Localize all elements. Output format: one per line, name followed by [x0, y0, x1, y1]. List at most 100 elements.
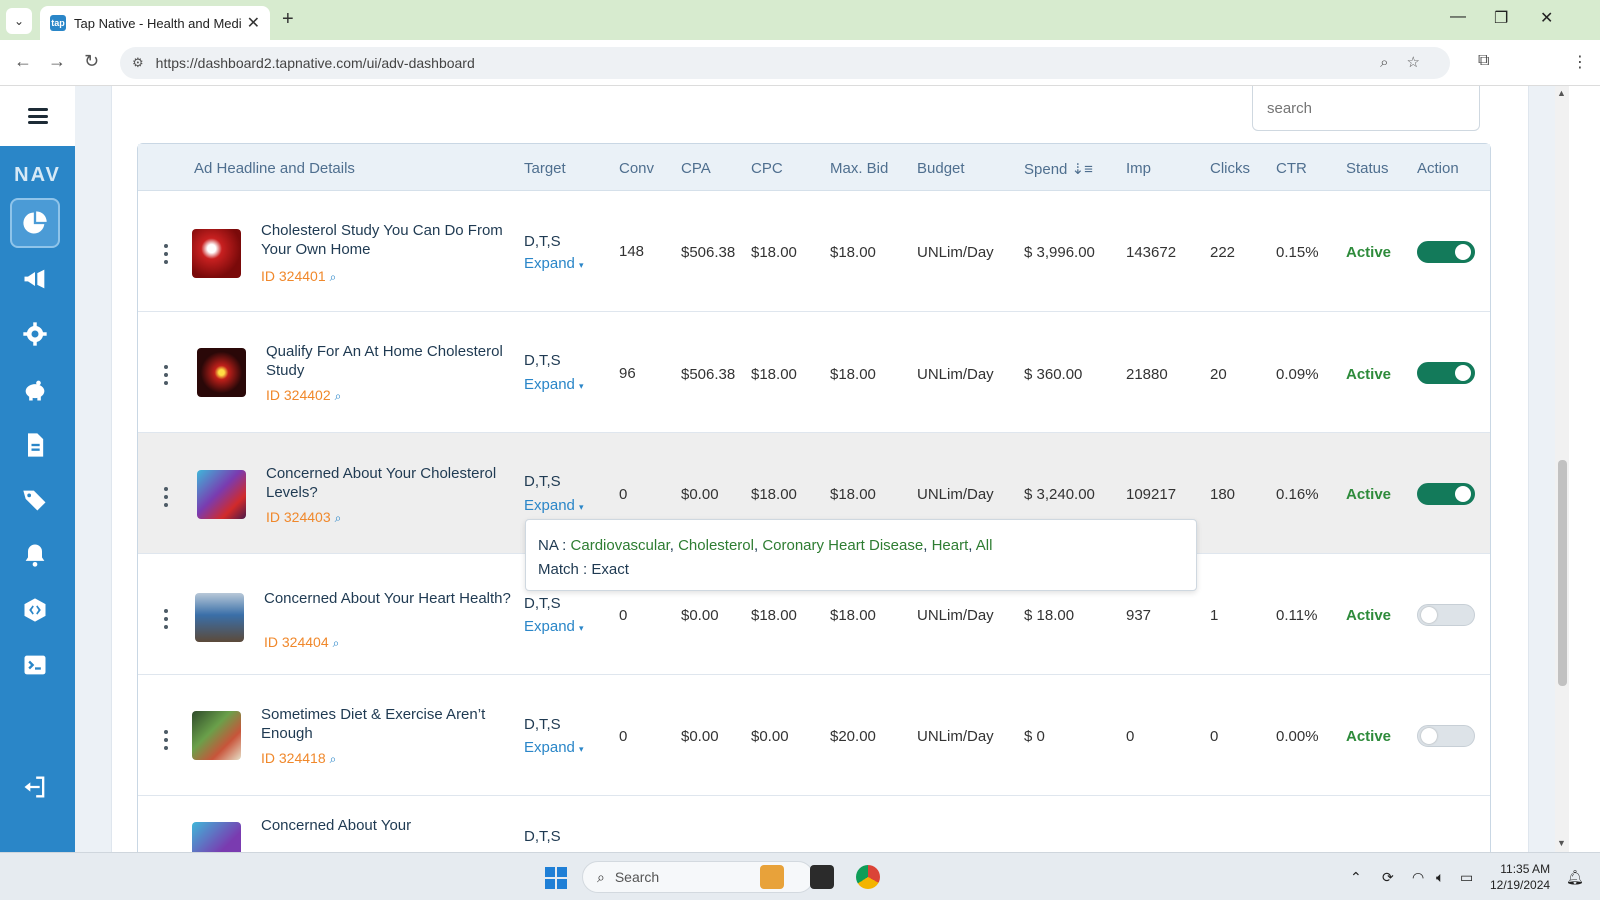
chrome-icon[interactable] — [856, 865, 880, 889]
system-clock[interactable]: 11:35 AM 12/19/2024 — [1490, 861, 1550, 893]
header-spend[interactable]: Spend ⇣≡ — [1024, 160, 1093, 178]
active-toggle[interactable] — [1417, 241, 1475, 263]
new-tab-plus-icon[interactable]: + — [282, 8, 294, 31]
sync-icon[interactable]: ⟳ — [1382, 869, 1394, 886]
row-options-kebab-icon[interactable] — [164, 609, 168, 629]
row-options-kebab-icon[interactable] — [164, 487, 168, 507]
document-icon[interactable] — [10, 420, 60, 470]
bell-settings-icon[interactable] — [10, 530, 60, 580]
caret-down-icon: ▾ — [579, 381, 584, 391]
reload-icon[interactable]: ↻ — [84, 51, 99, 72]
header-budget[interactable]: Budget — [917, 160, 965, 177]
scroll-up-arrow-icon[interactable]: ▲ — [1557, 88, 1566, 98]
site-settings-icon[interactable]: ⚙ — [132, 55, 144, 71]
header-clicks[interactable]: Clicks — [1210, 160, 1250, 177]
ctr-value: 0.11% — [1276, 607, 1318, 624]
logout-icon[interactable] — [10, 762, 60, 812]
ad-id[interactable]: ID 324418 ⌕ — [261, 750, 336, 767]
browser-tab[interactable]: tap Tap Native - Health and Medica ✕ — [40, 6, 270, 40]
ad-headline[interactable]: Concerned About Your Cholesterol Levels? — [266, 464, 516, 502]
ad-id[interactable]: ID 324404 ⌕ — [264, 634, 339, 651]
magnifier-icon[interactable]: ⌕ — [330, 752, 337, 766]
windows-start-icon[interactable] — [545, 867, 567, 889]
expand-dropdown[interactable]: Expand ▾ — [524, 376, 584, 393]
terminal-icon[interactable] — [10, 640, 60, 690]
magnifier-icon[interactable]: ⌕ — [335, 389, 342, 403]
browser-menu-icon[interactable]: ⋮ — [1572, 52, 1588, 72]
row-options-kebab-icon[interactable] — [164, 365, 168, 385]
tab-list-chevron-icon[interactable]: ⌄ — [6, 8, 32, 34]
active-toggle[interactable] — [1417, 604, 1475, 626]
header-imp[interactable]: Imp — [1126, 160, 1151, 177]
magnifier-icon[interactable]: ⌕ — [335, 511, 342, 525]
table-row: Sometimes Diet & Exercise Aren’t Enough … — [138, 675, 1490, 796]
magnifier-icon[interactable]: ⌕ — [333, 636, 340, 650]
active-toggle[interactable] — [1417, 362, 1475, 384]
ad-id[interactable]: ID 324403 ⌕ — [266, 509, 341, 526]
ad-headline[interactable]: Cholesterol Study You Can Do From Your O… — [261, 221, 511, 259]
header-headline[interactable]: Ad Headline and Details — [194, 160, 355, 177]
header-status[interactable]: Status — [1346, 160, 1389, 177]
keyword: Cholesterol — [678, 537, 754, 554]
notification-bell-icon[interactable]: 🔔︎ — [1566, 869, 1584, 886]
forward-arrow-icon[interactable]: → — [48, 51, 66, 72]
wifi-icon[interactable]: ◠ — [1412, 869, 1424, 886]
expand-dropdown[interactable]: Expand ▾ — [524, 618, 584, 635]
nav-label: NAV — [14, 164, 61, 186]
header-target[interactable]: Target — [524, 160, 566, 177]
extensions-puzzle-icon[interactable]: ⧉ — [1478, 52, 1489, 70]
ad-id[interactable]: ID 324401 ⌕ — [261, 268, 336, 285]
gear-icon[interactable] — [10, 309, 60, 359]
ad-headline[interactable]: Qualify For An At Home Cholesterol Study — [266, 342, 516, 380]
header-maxbid[interactable]: Max. Bid — [830, 160, 888, 177]
volume-icon[interactable]: 🔈︎ — [1436, 869, 1444, 886]
address-bar[interactable]: ⚙ https://dashboard2.tapnative.com/ui/ad… — [120, 47, 1450, 79]
dashboard-icon[interactable] — [10, 198, 60, 248]
header-conv[interactable]: Conv — [619, 160, 654, 177]
header-action[interactable]: Action — [1417, 160, 1459, 177]
active-toggle[interactable] — [1417, 725, 1475, 747]
briefcase-app-icon[interactable] — [760, 865, 784, 889]
close-icon[interactable]: ✕ — [247, 13, 260, 33]
header-ctr[interactable]: CTR — [1276, 160, 1307, 177]
expand-dropdown[interactable]: Expand ▾ — [524, 255, 584, 272]
piggy-bank-icon[interactable] — [10, 365, 60, 415]
expand-dropdown[interactable]: Expand ▾ — [524, 497, 584, 514]
magnifier-icon[interactable]: ⌕ — [330, 270, 337, 284]
ad-id[interactable]: ID 324402 ⌕ — [266, 387, 341, 404]
scroll-down-arrow-icon[interactable]: ▼ — [1557, 838, 1566, 848]
budget-value: UNLim/Day — [917, 728, 994, 745]
zoom-bookmark-icons[interactable]: ⌕☆ — [1380, 53, 1438, 71]
megaphone-icon[interactable] — [10, 254, 60, 304]
tags-icon[interactable] — [10, 475, 60, 525]
back-arrow-icon[interactable]: ← — [14, 51, 32, 72]
tray-chevron-up-icon[interactable]: ⌃ — [1350, 869, 1362, 886]
page-scrollbar[interactable]: ▲ ▼ — [1555, 86, 1569, 852]
sort-desc-icon[interactable]: ⇣≡ — [1072, 161, 1093, 178]
header-cpc[interactable]: CPC — [751, 160, 783, 177]
ad-headline[interactable]: Concerned About Your Heart Health? — [264, 589, 514, 608]
tab-title: Tap Native - Health and Medica — [74, 15, 241, 31]
window-close-icon[interactable]: ✕ — [1540, 8, 1553, 28]
keyword: Cardiovascular — [570, 537, 670, 554]
ad-headline[interactable]: Concerned About Your — [261, 816, 511, 835]
ad-thumbnail — [192, 711, 241, 760]
maximize-icon[interactable]: ❐ — [1494, 8, 1508, 28]
header-cpa[interactable]: CPA — [681, 160, 711, 177]
scrollbar-thumb[interactable] — [1558, 460, 1567, 686]
cpc-value: $18.00 — [751, 486, 797, 503]
row-options-kebab-icon[interactable] — [164, 244, 168, 264]
ad-thumbnail — [197, 470, 246, 519]
active-toggle[interactable] — [1417, 483, 1475, 505]
file-explorer-icon[interactable] — [810, 865, 834, 889]
conv-value: 96 — [619, 365, 636, 382]
search-input[interactable] — [1252, 86, 1480, 131]
minimize-icon[interactable]: — — [1450, 8, 1466, 26]
ad-headline[interactable]: Sometimes Diet & Exercise Aren’t Enough — [261, 705, 511, 743]
expand-dropdown[interactable]: Expand ▾ — [524, 739, 584, 756]
row-options-kebab-icon[interactable] — [164, 730, 168, 750]
spend-value: $ 3,240.00 — [1024, 486, 1095, 503]
battery-icon[interactable]: ▭ — [1460, 869, 1473, 886]
hamburger-menu-button[interactable] — [0, 86, 75, 146]
code-icon[interactable] — [10, 585, 60, 635]
